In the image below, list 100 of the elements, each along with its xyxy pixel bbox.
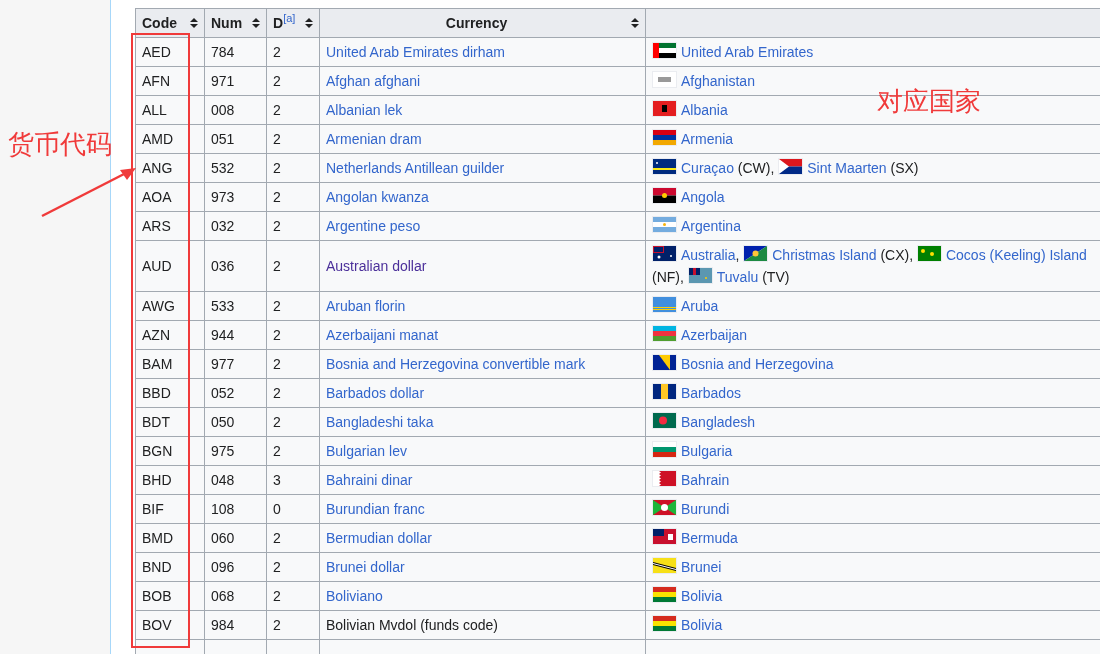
country-link[interactable]: Bahrain — [681, 472, 730, 488]
country-code: (CX), — [880, 247, 914, 263]
country-link[interactable]: Sint Maarten — [807, 160, 887, 176]
country-link[interactable]: Bolivia — [681, 588, 723, 604]
currency-code: BAM — [142, 356, 173, 372]
separator: , — [735, 247, 740, 263]
sort-icon[interactable] — [305, 17, 313, 29]
sort-icon[interactable] — [631, 17, 639, 29]
country-link[interactable]: Tuvalu — [716, 269, 759, 285]
country-link[interactable]: Bulgaria — [681, 443, 733, 459]
country-link[interactable]: Cocos (Keeling) Island — [945, 247, 1087, 263]
country-link[interactable]: Azerbaijan — [681, 327, 748, 343]
currency-link[interactable]: Aruban florin — [326, 298, 406, 314]
currency-link[interactable]: Boliviano — [326, 588, 383, 604]
decimal-digits: 2 — [273, 443, 281, 459]
decimal-digits: 3 — [273, 472, 281, 488]
currency-code: BOB — [142, 588, 172, 604]
currency-link[interactable]: Australian dollar — [326, 258, 427, 274]
numeric-code: 532 — [211, 160, 235, 176]
numeric-code: 533 — [211, 298, 235, 314]
currency-link[interactable]: Angolan kwanza — [326, 189, 429, 205]
currency-code: BND — [142, 559, 172, 575]
numeric-code: 944 — [211, 327, 235, 343]
decimal-digits: 2 — [273, 44, 281, 60]
country-code: (CW), — [737, 160, 775, 176]
footnote-link[interactable]: [a] — [283, 12, 296, 25]
decimal-digits: 2 — [273, 258, 281, 274]
country-link[interactable]: Bangladesh — [681, 414, 755, 430]
numeric-code: 973 — [211, 189, 235, 205]
currency-code: BOV — [142, 617, 172, 633]
currency-link[interactable]: Albanian lek — [326, 102, 403, 118]
numeric-code: 032 — [211, 218, 235, 234]
decimal-digits: 2 — [273, 559, 281, 575]
decimal-digits: 2 — [273, 189, 281, 205]
currency-code: BBD — [142, 385, 171, 401]
country-link[interactable]: Bosnia and Herzegovina — [681, 356, 834, 372]
currency-link[interactable]: Barbados dollar — [326, 385, 425, 401]
country-link[interactable]: Bolivia — [681, 617, 723, 633]
decimal-digits: 2 — [273, 356, 281, 372]
currency-code: AMD — [142, 131, 174, 147]
country-link[interactable]: Aruba — [681, 298, 719, 314]
currency-code: AOA — [142, 189, 172, 205]
currency-code: BGN — [142, 443, 173, 459]
country-link[interactable]: Albania — [681, 102, 728, 118]
currency-code: AFN — [142, 73, 170, 89]
currency-code: AUD — [142, 258, 172, 274]
country-link[interactable]: Armenia — [681, 131, 734, 147]
currency-code: ANG — [142, 160, 173, 176]
numeric-code: 108 — [211, 501, 235, 517]
sort-icon[interactable] — [190, 17, 198, 29]
country-code: (TV) — [762, 269, 790, 285]
sort-icon[interactable] — [252, 17, 260, 29]
numeric-code: 975 — [211, 443, 235, 459]
currency-link[interactable]: Brunei dollar — [326, 559, 405, 575]
numeric-code: 050 — [211, 414, 235, 430]
currency-link[interactable]: Afghan afghani — [326, 73, 421, 89]
country-link[interactable]: Burundi — [681, 501, 730, 517]
numeric-code: 784 — [211, 44, 235, 60]
annotation-label: 货币代码 — [8, 128, 112, 160]
currency-code: AWG — [142, 298, 175, 314]
decimal-digits: 2 — [273, 588, 281, 604]
country-link[interactable]: Barbados — [681, 385, 741, 401]
currency-link[interactable]: Burundian franc — [326, 501, 425, 517]
country-link[interactable]: Argentina — [681, 218, 741, 234]
currency-link[interactable]: Bermudian dollar — [326, 530, 432, 546]
currency-link[interactable]: Bangladeshi taka — [326, 414, 434, 430]
currency-code: BHD — [142, 472, 172, 488]
country-code: (NF), — [652, 269, 684, 285]
currency-link[interactable]: Bahraini dinar — [326, 472, 413, 488]
country-link[interactable]: Brunei — [681, 559, 722, 575]
decimal-digits: 2 — [273, 73, 281, 89]
currency-link[interactable]: Bulgarian lev — [326, 443, 407, 459]
country-link[interactable]: Christmas Island — [772, 247, 877, 263]
country-link[interactable]: Bermuda — [681, 530, 738, 546]
currency-code: AED — [142, 44, 171, 60]
decimal-digits: 2 — [273, 218, 281, 234]
currency-code: BDT — [142, 414, 170, 430]
decimal-digits: 2 — [273, 102, 281, 118]
currency-code: BMD — [142, 530, 174, 546]
currency-code: ARS — [142, 218, 171, 234]
country-code: (SX) — [890, 160, 919, 176]
currency-code: AZN — [142, 327, 170, 343]
currency-code: ALL — [142, 102, 167, 118]
decimal-digits: 2 — [273, 160, 281, 176]
currency-link[interactable]: Argentine peso — [326, 218, 421, 234]
currency-link[interactable]: Armenian dram — [326, 131, 422, 147]
numeric-code: 977 — [211, 356, 235, 372]
annotation-label: 对应国家 — [877, 85, 981, 117]
country-link[interactable]: Angola — [681, 189, 725, 205]
numeric-code: 008 — [211, 102, 235, 118]
numeric-code: 048 — [211, 472, 235, 488]
country-link[interactable]: Curaçao — [681, 160, 734, 176]
country-link[interactable]: Afghanistan — [681, 73, 755, 89]
decimal-digits: 2 — [273, 617, 281, 633]
decimal-digits: 0 — [273, 501, 281, 517]
currency-code: BIF — [142, 501, 164, 517]
numeric-code: 052 — [211, 385, 235, 401]
decimal-digits: 2 — [273, 385, 281, 401]
country-link[interactable]: United Arab Emirates — [681, 44, 814, 60]
currency-link[interactable]: Azerbaijani manat — [326, 327, 439, 343]
